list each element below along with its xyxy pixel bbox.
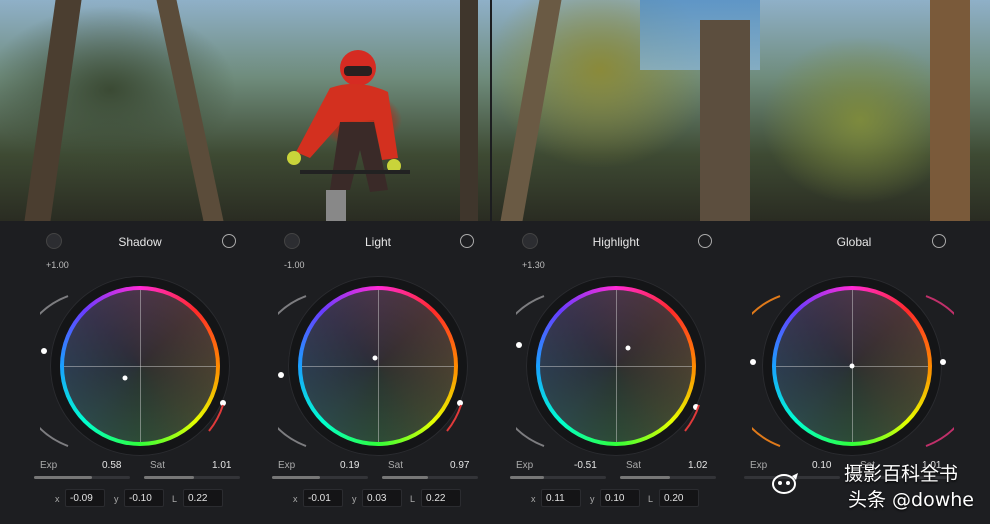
l-label: L [172, 494, 178, 504]
y-field[interactable]: -0.10 [124, 489, 164, 507]
y-label: y [114, 494, 119, 504]
y-label: y [590, 494, 595, 504]
sat-label: Sat [626, 460, 642, 471]
x-label: x [293, 494, 298, 504]
exp-value[interactable]: -0.51 [574, 460, 597, 471]
sat-value[interactable]: 1.01 [212, 460, 231, 471]
sat-label: Sat [150, 460, 166, 471]
exp-slider-fill [510, 476, 544, 479]
tree-trunk [156, 0, 224, 221]
tree-trunk [700, 20, 750, 221]
reset-icon[interactable] [698, 234, 712, 248]
l-label: L [410, 494, 416, 504]
tree-trunk [460, 0, 478, 221]
x-field[interactable]: 0.11 [541, 489, 581, 507]
preview-image [0, 0, 990, 221]
exp-value[interactable]: 0.10 [812, 460, 831, 471]
exposure-handle[interactable] [278, 372, 284, 378]
x-field[interactable]: -0.09 [65, 489, 105, 507]
reset-icon[interactable] [222, 234, 236, 248]
sat-slider-fill [144, 476, 194, 479]
y-field[interactable]: 0.10 [600, 489, 640, 507]
wheel-highlight: +1.30 Highlight Exp -0.51 Sat 1.02 x 0.1… [496, 221, 736, 524]
exposure-handle[interactable] [750, 359, 756, 365]
rider-figure [287, 50, 410, 221]
color-wheel[interactable] [298, 286, 458, 446]
watermark-logo-icon [772, 473, 798, 494]
exposure-handle[interactable] [516, 342, 522, 348]
exp-value[interactable]: 0.19 [340, 460, 359, 471]
exp-label: Exp [750, 460, 768, 471]
sat-slider-fill [382, 476, 428, 479]
x-field[interactable]: -0.01 [303, 489, 343, 507]
color-point[interactable] [849, 363, 855, 369]
color-point[interactable] [625, 345, 631, 351]
reset-icon[interactable] [932, 234, 946, 248]
tree-trunk [24, 0, 82, 221]
l-field[interactable]: 0.22 [183, 489, 223, 507]
sat-value[interactable]: 0.97 [450, 460, 469, 471]
exposure-handle[interactable] [41, 348, 47, 354]
wheel-shadow: +1.00 Shadow Exp 0.58 Sat 1.01 x -0.09 y… [20, 221, 260, 524]
saturation-arc[interactable] [681, 391, 711, 441]
saturation-arc[interactable] [205, 391, 235, 441]
watermark-line1: 摄影百科全书 [843, 463, 958, 485]
y-field[interactable]: 0.03 [362, 489, 402, 507]
exp-label: Exp [516, 460, 534, 471]
color-point[interactable] [372, 355, 378, 361]
color-wheel[interactable] [772, 286, 932, 446]
l-field[interactable]: 0.22 [421, 489, 461, 507]
knob-value: -1.00 [284, 260, 305, 270]
tree-trunk [930, 0, 970, 221]
exp-value[interactable]: 0.58 [102, 460, 121, 471]
l-label: L [648, 494, 654, 504]
x-label: x [55, 494, 60, 504]
watermark-line2: 头条 @dowhe [848, 489, 974, 511]
split-divider[interactable] [490, 0, 492, 221]
knob-value: +1.30 [522, 260, 545, 270]
color-wheel[interactable] [60, 286, 220, 446]
tree-trunk [500, 0, 562, 221]
wheel-light: -1.00 Light Exp 0.19 Sat 0.97 x -0.01 y … [258, 221, 498, 524]
exp-slider-fill [34, 476, 92, 479]
exp-label: Exp [40, 460, 58, 471]
color-point[interactable] [122, 375, 128, 381]
exp-label: Exp [278, 460, 296, 471]
exp-slider-fill [272, 476, 320, 479]
sat-value[interactable]: 1.02 [688, 460, 707, 471]
y-label: y [352, 494, 357, 504]
knob-value: +1.00 [46, 260, 69, 270]
sat-label: Sat [388, 460, 404, 471]
saturation-arc[interactable] [443, 391, 473, 441]
sat-slider-fill [620, 476, 670, 479]
l-field[interactable]: 0.20 [659, 489, 699, 507]
color-wheels-panel: +1.00 Shadow Exp 0.58 Sat 1.01 x -0.09 y… [0, 221, 990, 524]
color-wheel[interactable] [536, 286, 696, 446]
x-label: x [531, 494, 536, 504]
saturation-arc[interactable] [924, 291, 954, 451]
reset-icon[interactable] [460, 234, 474, 248]
